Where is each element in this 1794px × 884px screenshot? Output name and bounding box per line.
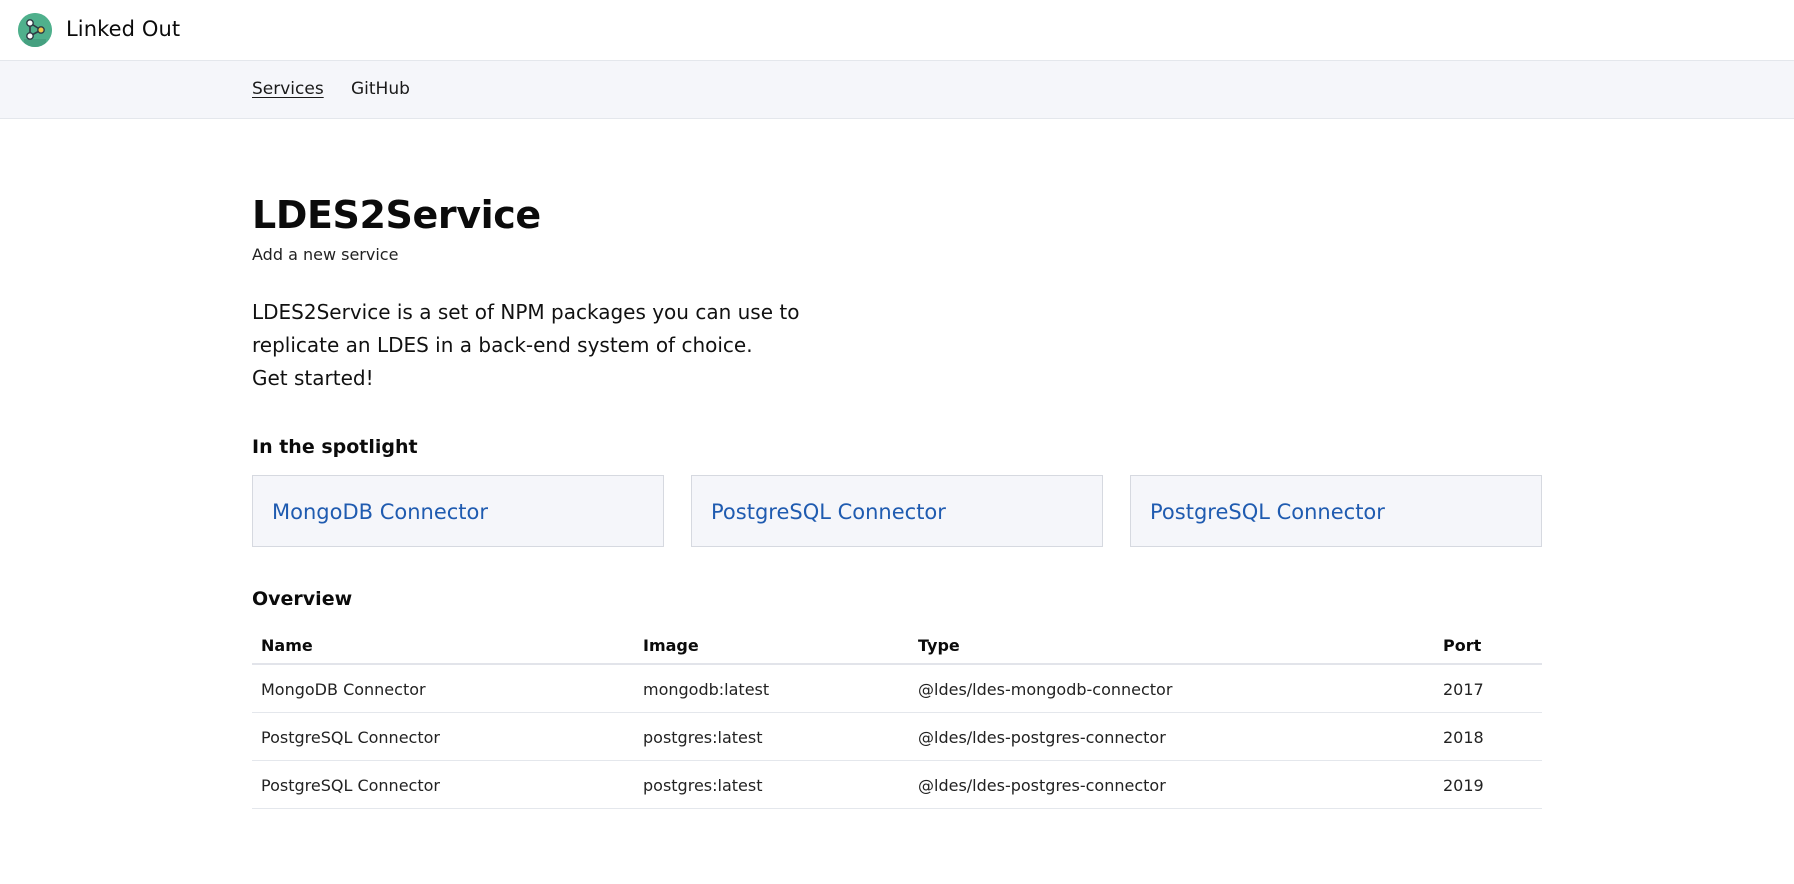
column-header-port: Port xyxy=(1443,636,1482,655)
intro-line: Get started! xyxy=(252,366,374,390)
overview-heading: Overview xyxy=(252,588,353,610)
spotlight-heading: In the spotlight xyxy=(252,436,418,458)
spotlight-card-link[interactable]: PostgreSQL Connector xyxy=(711,500,946,524)
cell-name: PostgreSQL Connector xyxy=(261,728,440,747)
table-row: PostgreSQL Connector postgres:latest @ld… xyxy=(252,713,1542,761)
app-name[interactable]: Linked Out xyxy=(66,17,180,41)
table-header-row: Name Image Type Port xyxy=(252,626,1542,665)
spotlight-card-mongodb[interactable]: MongoDB Connector xyxy=(252,475,664,547)
nav-link-services[interactable]: Services xyxy=(252,79,324,99)
cell-port: 2019 xyxy=(1443,776,1484,795)
cell-image: mongodb:latest xyxy=(643,680,770,699)
spotlight-card-link[interactable]: MongoDB Connector xyxy=(272,500,488,524)
spotlight-card-postgresql[interactable]: PostgreSQL Connector xyxy=(691,475,1103,547)
cell-port: 2018 xyxy=(1443,728,1484,747)
table-row: PostgreSQL Connector postgres:latest @ld… xyxy=(252,761,1542,809)
cell-port: 2017 xyxy=(1443,680,1484,699)
cell-type: @ldes/ldes-postgres-connector xyxy=(918,728,1166,747)
secondary-nav: Services GitHub xyxy=(0,61,1794,119)
cell-name: PostgreSQL Connector xyxy=(261,776,440,795)
top-bar: Linked Out xyxy=(0,0,1794,61)
spotlight-card-link[interactable]: PostgreSQL Connector xyxy=(1150,500,1385,524)
table-row: MongoDB Connector mongodb:latest @ldes/l… xyxy=(252,665,1542,713)
cell-type: @ldes/ldes-mongodb-connector xyxy=(918,680,1173,699)
nav-link-github[interactable]: GitHub xyxy=(351,79,410,99)
cell-name: MongoDB Connector xyxy=(261,680,426,699)
intro-text: LDES2Service is a set of NPM packages yo… xyxy=(252,296,812,395)
column-header-name: Name xyxy=(261,636,313,655)
intro-line: LDES2Service is a set of NPM packages yo… xyxy=(252,300,800,324)
overview-table: Name Image Type Port MongoDB Connector m… xyxy=(252,626,1542,809)
cell-image: postgres:latest xyxy=(643,776,763,795)
intro-line: replicate an LDES in a back-end system o… xyxy=(252,333,753,357)
network-graph-logo-icon[interactable] xyxy=(18,13,52,47)
cell-image: postgres:latest xyxy=(643,728,763,747)
page-subtitle: Add a new service xyxy=(252,245,399,264)
cell-type: @ldes/ldes-postgres-connector xyxy=(918,776,1166,795)
spotlight-card-postgresql[interactable]: PostgreSQL Connector xyxy=(1130,475,1542,547)
page-title: LDES2Service xyxy=(252,193,541,237)
column-header-image: Image xyxy=(643,636,699,655)
column-header-type: Type xyxy=(918,636,960,655)
